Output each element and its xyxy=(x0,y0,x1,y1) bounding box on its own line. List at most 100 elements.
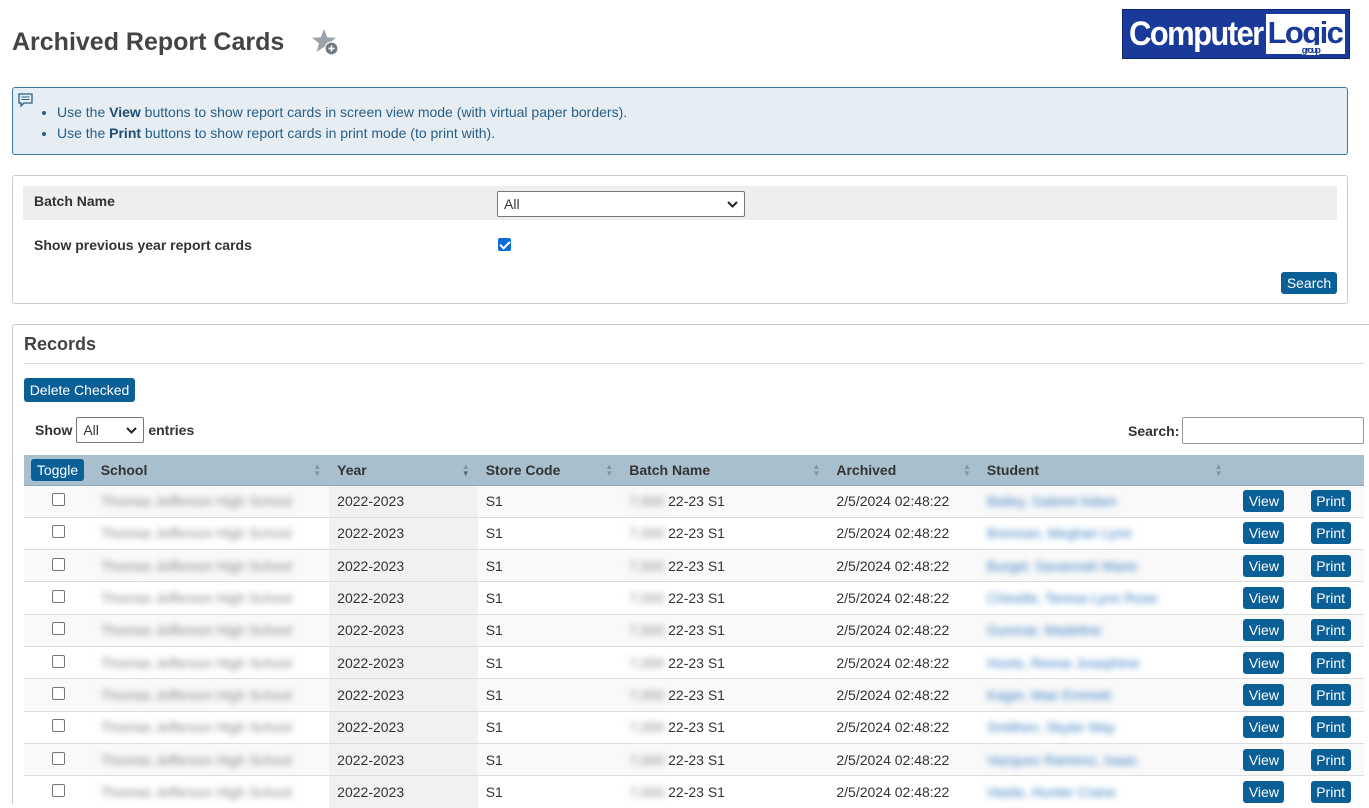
batch-name-cell: 7,000 22-23 S1 xyxy=(621,484,829,518)
student-link[interactable]: Hoots, Reese Josephine xyxy=(987,655,1140,671)
batch-prefix: 7,000 xyxy=(629,686,665,703)
student-link[interactable]: Brennan, Meghan Lynn xyxy=(987,525,1132,541)
sort-icon: ▲ ▼ xyxy=(313,462,322,478)
batch-prefix: 7,000 xyxy=(629,590,665,607)
entries-value: All xyxy=(83,422,99,438)
store-code-cell: S1 xyxy=(477,484,622,518)
batch-name-select[interactable]: All xyxy=(497,191,745,217)
search-input[interactable] xyxy=(1182,417,1365,444)
view-button[interactable]: View xyxy=(1243,683,1285,706)
school-name: Thomas Jefferson High School xyxy=(100,557,292,574)
view-button[interactable]: View xyxy=(1243,619,1285,642)
print-button[interactable]: Print xyxy=(1310,587,1351,610)
toggle-button[interactable]: Toggle xyxy=(31,458,84,481)
batch-prefix: 7,000 xyxy=(629,493,665,510)
row-checkbox[interactable] xyxy=(51,557,65,571)
store-code-cell: S1 xyxy=(477,581,622,615)
print-button[interactable]: Print xyxy=(1310,683,1351,706)
archived-cell: 2/5/2024 02:48:22 xyxy=(828,645,979,679)
print-button[interactable]: Print xyxy=(1310,748,1351,771)
previous-year-checkbox[interactable] xyxy=(498,238,511,251)
column-header-batch-name[interactable]: Batch Name ▲ ▼ xyxy=(621,455,829,486)
school-cell: Thomas Jefferson High School xyxy=(92,484,330,518)
row-select-cell xyxy=(24,710,93,744)
print-button[interactable]: Print xyxy=(1310,716,1351,739)
student-link[interactable]: Burgel, Savannah Marie xyxy=(987,558,1137,574)
view-button[interactable]: View xyxy=(1243,651,1285,674)
column-header-year[interactable]: Year ▲ ▼ xyxy=(329,455,478,486)
student-link[interactable]: Kager, Mae Emmett xyxy=(987,687,1111,703)
store-code-cell: S1 xyxy=(477,710,622,744)
year-cell: 2022-2023 xyxy=(329,516,478,550)
batch-name: 22-23 S1 xyxy=(668,525,725,542)
batch-prefix: 7,000 xyxy=(629,751,665,768)
column-header-student[interactable]: Student ▲ ▼ xyxy=(978,455,1231,486)
logo-word-group: group xyxy=(1301,45,1321,55)
archived-cell: 2/5/2024 02:48:22 xyxy=(828,613,979,647)
student-link[interactable]: Vasile, Hunter Crane xyxy=(987,784,1116,800)
store-code-cell: S1 xyxy=(477,645,622,679)
print-button[interactable]: Print xyxy=(1310,619,1351,642)
batch-name-cell: 7,000 22-23 S1 xyxy=(621,710,829,744)
view-button[interactable]: View xyxy=(1243,522,1285,545)
row-checkbox[interactable] xyxy=(51,751,65,765)
school-cell: Thomas Jefferson High School xyxy=(92,581,330,615)
company-logo: Computer Logic group xyxy=(1122,9,1350,59)
print-button[interactable]: Print xyxy=(1310,554,1351,577)
archived-cell: 2/5/2024 02:48:22 xyxy=(828,775,979,808)
divider xyxy=(24,363,1364,364)
student-cell: Bailey, Gabriel Adam xyxy=(978,484,1231,518)
archived-cell: 2/5/2024 02:48:22 xyxy=(828,549,979,582)
print-cell: Print xyxy=(1297,581,1364,615)
column-header-store-code[interactable]: Store Code ▲ ▼ xyxy=(477,455,622,486)
year-cell: 2022-2023 xyxy=(329,613,478,647)
row-checkbox[interactable] xyxy=(51,654,65,668)
row-checkbox[interactable] xyxy=(51,686,65,700)
column-header-archived[interactable]: Archived ▲ ▼ xyxy=(828,455,979,486)
school-name: Thomas Jefferson High School xyxy=(100,525,292,542)
batch-prefix: 7,000 xyxy=(629,622,665,639)
row-checkbox[interactable] xyxy=(51,525,65,539)
archived-cell: 2/5/2024 02:48:22 xyxy=(828,581,979,615)
column-header-school[interactable]: School ▲ ▼ xyxy=(92,455,330,486)
table-row: Thomas Jefferson High School 2022-2023 S1 7… xyxy=(24,710,1364,744)
view-button[interactable]: View xyxy=(1243,587,1285,610)
add-favorite-icon[interactable] xyxy=(311,28,341,58)
view-button[interactable]: View xyxy=(1243,490,1285,513)
student-cell: Smithen, Skyler May xyxy=(978,710,1231,744)
sort-icon: ▲ ▼ xyxy=(1214,462,1223,478)
student-cell: Hoots, Reese Josephine xyxy=(978,645,1231,679)
student-link[interactable]: Chinelle, Teresa Lynn Rose xyxy=(987,590,1157,606)
row-checkbox[interactable] xyxy=(51,622,65,636)
row-checkbox[interactable] xyxy=(51,493,65,507)
row-checkbox[interactable] xyxy=(51,784,65,798)
entries-select[interactable]: All xyxy=(76,417,145,443)
archived-cell: 2/5/2024 02:48:22 xyxy=(828,678,979,712)
batch-prefix: 7,000 xyxy=(629,525,665,542)
student-link[interactable]: Bailey, Gabriel Adam xyxy=(987,493,1117,509)
view-cell: View xyxy=(1230,645,1298,679)
print-button[interactable]: Print xyxy=(1310,651,1351,674)
print-cell: Print xyxy=(1297,645,1364,679)
view-button[interactable]: View xyxy=(1243,748,1285,771)
view-button[interactable]: View xyxy=(1243,554,1285,577)
table-row: Thomas Jefferson High School 2022-2023 S1 7… xyxy=(24,484,1364,518)
print-button[interactable]: Print xyxy=(1310,522,1351,545)
batch-name: 22-23 S1 xyxy=(668,751,725,768)
student-link[interactable]: Vazquez Ramirez, Isaac xyxy=(987,752,1138,768)
row-checkbox[interactable] xyxy=(51,590,65,604)
school-cell: Thomas Jefferson High School xyxy=(92,775,330,808)
batch-prefix: 7,000 xyxy=(629,719,665,736)
delete-checked-button[interactable]: Delete Checked xyxy=(24,378,135,402)
year-cell: 2022-2023 xyxy=(329,484,478,518)
view-button[interactable]: View xyxy=(1243,716,1285,739)
student-link[interactable]: Smithen, Skyler May xyxy=(987,719,1115,735)
print-button[interactable]: Print xyxy=(1310,490,1351,513)
student-link[interactable]: Gunmar, Madeline xyxy=(987,622,1101,638)
school-cell: Thomas Jefferson High School xyxy=(92,645,330,679)
print-cell: Print xyxy=(1297,742,1364,776)
batch-name-cell: 7,000 22-23 S1 xyxy=(621,742,829,776)
row-checkbox[interactable] xyxy=(51,719,65,733)
school-cell: Thomas Jefferson High School xyxy=(92,516,330,550)
search-button[interactable]: Search xyxy=(1281,272,1337,294)
